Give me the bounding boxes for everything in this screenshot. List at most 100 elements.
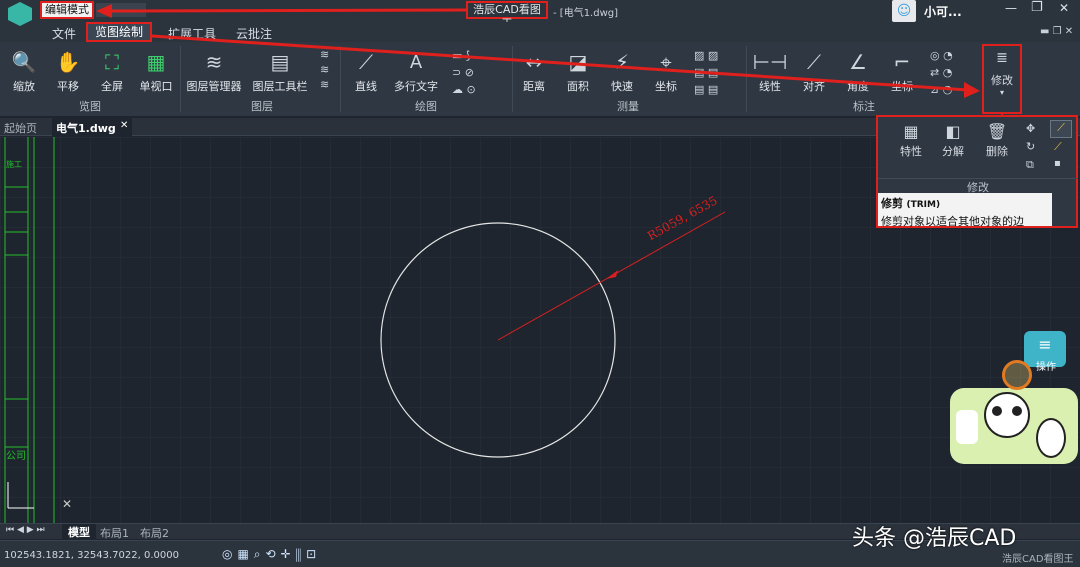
delete-button[interactable]: 🗑 删除 <box>980 122 1014 159</box>
layer-toolbar-button[interactable]: ▤ 图层工具栏 <box>250 48 310 94</box>
layer-manager-button[interactable]: ≋ 图层管理器 <box>184 48 244 94</box>
edit-mode-button[interactable]: 编辑模式 <box>40 1 94 19</box>
properties-label: 特性 <box>900 145 922 158</box>
text-icon: A <box>409 51 423 73</box>
properties-button[interactable]: ▦ 特性 <box>894 122 928 159</box>
mtext-label: 多行文字 <box>394 80 438 93</box>
coordinate-dim-button[interactable]: ⌐ 坐标 <box>874 48 930 94</box>
angle-label: 角度 <box>847 80 869 93</box>
group-label-layer: 图层 <box>251 100 273 113</box>
coordinate-readout: 102543.1821, 32543.7022, 0.0000 <box>4 550 179 561</box>
tooltip-description: 修剪对象以适合其他对象的边 <box>881 215 1024 228</box>
tooltip-title: 修剪 <box>881 197 903 210</box>
menu-file[interactable]: 文件 <box>52 25 76 42</box>
ucs-cross-icon: ✕ <box>62 497 72 511</box>
small-square-icon[interactable]: ▪ <box>1054 158 1061 169</box>
menu-bar: 文件 览图绘制 扩展工具 云批注 ▬ ❐ ✕ <box>0 22 1080 42</box>
menu-cloud-markup[interactable]: 云批注 <box>236 25 272 42</box>
properties-icon: ▦ <box>903 122 919 141</box>
zoom-label: 缩放 <box>13 80 35 93</box>
line-button[interactable]: ⟋ 直线 <box>338 48 394 94</box>
magnifier-icon: 🔍 <box>11 50 37 74</box>
title-block-label: 施工 <box>6 160 22 169</box>
menu-view-draw[interactable]: 览图绘制 <box>86 22 152 42</box>
racket-sticker <box>1002 360 1032 390</box>
modify-panel-title: 修改 <box>878 178 1078 194</box>
layer-manager-label: 图层管理器 <box>186 80 242 93</box>
avatar[interactable]: ☺ <box>892 0 916 22</box>
line-icon: ⟋ <box>359 50 373 74</box>
layer-toolbar-icon: ▤ <box>270 50 290 74</box>
mode-dropdown[interactable] <box>96 3 146 17</box>
modify-label: 修改 <box>991 74 1013 87</box>
modify-icon: ≣ <box>996 50 1008 66</box>
modify-button[interactable]: ≣ 修改 ▾ <box>982 44 1022 114</box>
app-title: 浩辰CAD看图王 <box>466 1 548 30</box>
coord-label: 坐标 <box>655 80 677 93</box>
explode-button[interactable]: ◧ 分解 <box>936 122 970 159</box>
title-bar: 编辑模式 浩辰CAD看图王 - [电气1.dwg] ☺ 小可... — ❐ ✕ <box>0 0 1080 30</box>
line-label: 直线 <box>355 80 377 93</box>
distance-icon: ↔ <box>525 50 543 74</box>
draw-small-icons[interactable]: ▭ ⟆ ⊃ ⊘ ☁ ⊙ <box>452 47 476 98</box>
tab-layout1[interactable]: 布局1 <box>100 525 129 541</box>
menu-extend-tools[interactable]: 扩展工具 <box>168 25 216 42</box>
coordinate-label: 坐标 <box>891 80 913 93</box>
layer-toolbar-label: 图层工具栏 <box>252 80 308 93</box>
layout-nav-arrows[interactable]: ⏮ ◀ ▶ ⏭ <box>6 525 45 535</box>
tooltip-cmd: (TRIM) <box>906 200 941 210</box>
username[interactable]: 小可... <box>924 3 962 20</box>
group-label-annotate: 标注 <box>853 100 875 113</box>
trim-icon[interactable]: ⟋ <box>1050 120 1072 138</box>
linear-label: 线性 <box>759 80 781 93</box>
area-icon: ◪ <box>568 50 588 74</box>
layers-icon: ≋ <box>205 50 223 74</box>
layer-small-icons[interactable]: ≋ ≋ ≋ <box>320 47 329 92</box>
watermark: 头条 @浩辰CAD <box>852 526 1017 551</box>
file-title: - [电气1.dwg] <box>553 8 619 19</box>
hand-icon: ✋ <box>55 50 81 74</box>
aligned-dim-icon: ⟋ <box>807 50 821 74</box>
fullscreen-label: 全屏 <box>101 80 123 93</box>
extend-icon[interactable]: ⟋ <box>1054 140 1062 154</box>
delete-label: 删除 <box>986 145 1008 158</box>
dim-small-icons[interactable]: ◎ ◔ ⇄ ◔ ⊿ ◔ <box>930 47 953 98</box>
group-label-measure: 测量 <box>617 100 639 113</box>
area-label: 面积 <box>567 80 589 93</box>
tab-model[interactable]: 模型 <box>62 524 96 539</box>
group-label-view: 览图 <box>79 100 101 113</box>
viewport-icon: ▦ <box>146 50 166 74</box>
title-block-company: 公司 <box>6 451 26 462</box>
coordinate-icon: ⌖ <box>660 50 672 74</box>
single-viewport-label: 单视口 <box>139 80 173 93</box>
status-app-name: 浩辰CAD看图王 <box>1002 554 1074 565</box>
tab-close-icon[interactable]: ✕ <box>120 120 128 131</box>
minimize-button[interactable]: — <box>1005 1 1017 15</box>
coord-measure-button[interactable]: ⌖ 坐标 <box>638 48 694 94</box>
single-viewport-button[interactable]: ▦ 单视口 <box>128 48 184 94</box>
pan-label: 平移 <box>57 80 79 93</box>
chevron-down-icon: ▾ <box>999 88 1004 97</box>
modify-small-icons[interactable]: ✥ ↻ ⧉ <box>1026 120 1035 174</box>
status-toggle-icons[interactable]: ◎▦⌕⟲✛⫼⊡ <box>222 547 321 562</box>
tab-layout2[interactable]: 布局2 <box>140 525 169 541</box>
explode-label: 分解 <box>942 145 964 158</box>
coordinate-dim-icon: ⌐ <box>893 50 911 74</box>
quick-label: 快速 <box>611 80 633 93</box>
linear-dim-icon: ⊢⊣ <box>752 50 788 74</box>
align-label: 对齐 <box>803 80 825 93</box>
fullscreen-icon: ⛶ <box>105 50 119 74</box>
close-button[interactable]: ✕ <box>1059 1 1069 15</box>
explode-icon: ◧ <box>945 122 961 141</box>
tab-start-page[interactable]: 起始页 <box>4 120 37 136</box>
mtext-button[interactable]: A 多行文字 <box>388 48 444 94</box>
restore-button[interactable]: ❐ <box>1031 0 1043 15</box>
measure-small-icons[interactable]: ▨ ▨ ▤ ▤ ▤ ▤ <box>694 47 718 98</box>
ribbon-minimize-icon[interactable]: ▬ ❐ ✕ <box>1040 26 1073 37</box>
angle-icon: ∠ <box>849 50 867 74</box>
trash-icon: 🗑 <box>986 122 1008 141</box>
distance-label: 距离 <box>523 80 545 93</box>
group-label-draw: 绘图 <box>415 100 437 113</box>
lightning-icon: ⚡ <box>614 50 630 74</box>
trim-tooltip: 修剪 (TRIM) 修剪对象以适合其他对象的边 <box>878 193 1052 228</box>
